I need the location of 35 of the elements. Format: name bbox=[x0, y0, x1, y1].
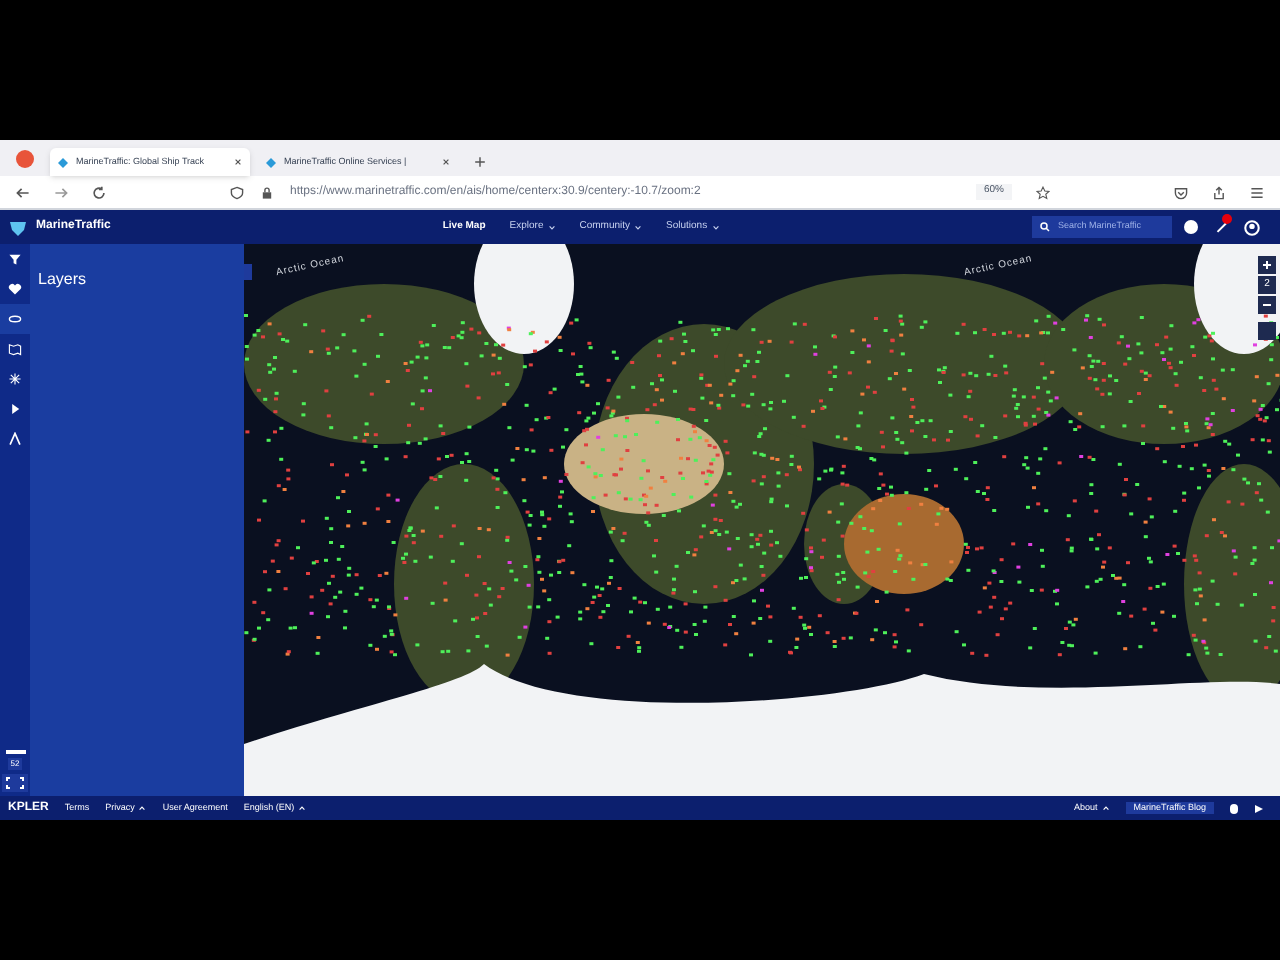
measure-icon bbox=[8, 432, 22, 446]
tab-favicon-icon bbox=[266, 157, 276, 167]
share-icon[interactable] bbox=[1212, 185, 1226, 199]
panel-title: Layers bbox=[38, 270, 87, 288]
star-icon[interactable] bbox=[1036, 185, 1050, 199]
logo-icon[interactable] bbox=[8, 217, 28, 237]
map-icon bbox=[8, 342, 22, 356]
menu-icon[interactable] bbox=[1250, 185, 1264, 199]
close-icon[interactable] bbox=[234, 158, 242, 166]
account-icon[interactable] bbox=[1244, 219, 1260, 235]
lock-icon bbox=[260, 185, 274, 199]
search-icon bbox=[1040, 222, 1050, 232]
zoom-in-button[interactable] bbox=[1258, 256, 1276, 274]
pocket-icon[interactable] bbox=[1174, 185, 1188, 199]
close-icon[interactable] bbox=[442, 158, 450, 166]
new-tab-icon[interactable] bbox=[474, 156, 486, 168]
caret-icon bbox=[1101, 804, 1110, 812]
heart-icon bbox=[8, 282, 22, 296]
help-icon[interactable] bbox=[1184, 220, 1198, 234]
play-icon bbox=[8, 402, 22, 416]
zoom-out-button[interactable] bbox=[1258, 296, 1276, 314]
fullscreen-icon[interactable] bbox=[2, 774, 28, 792]
shield-icon bbox=[230, 185, 244, 199]
layers-icon bbox=[8, 312, 22, 326]
forward-icon[interactable] bbox=[54, 185, 68, 199]
filter-icon bbox=[8, 252, 22, 266]
layers-button[interactable] bbox=[0, 304, 30, 334]
reload-icon[interactable] bbox=[92, 185, 106, 199]
browser-logo-icon bbox=[16, 150, 34, 168]
notification-badge bbox=[1222, 214, 1232, 224]
weather-icon bbox=[8, 372, 22, 386]
notifications-icon[interactable] bbox=[1214, 220, 1228, 234]
play-store-icon[interactable] bbox=[1254, 803, 1264, 813]
tab-favicon-icon bbox=[58, 157, 68, 167]
back-icon[interactable] bbox=[16, 185, 30, 199]
